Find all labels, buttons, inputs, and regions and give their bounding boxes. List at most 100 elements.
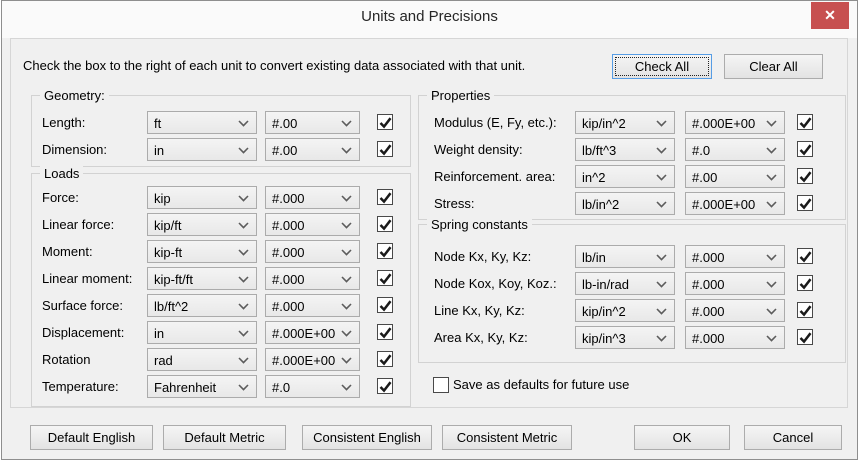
precision-select[interactable]: #.000E+00 (265, 348, 360, 371)
unit-select[interactable]: lb/ft^2 (147, 294, 257, 317)
chevron-down-icon (238, 249, 249, 256)
unit-select-value: kip/in^3 (582, 331, 626, 346)
precision-select-value: #.000 (272, 218, 305, 233)
consistent-english-button[interactable]: Consistent English (302, 425, 432, 450)
unit-select[interactable]: rad (147, 348, 257, 371)
precision-select-value: #.000 (692, 277, 725, 292)
precision-select[interactable]: #.000 (265, 186, 360, 209)
precision-select[interactable]: #.000 (685, 245, 785, 268)
precision-select[interactable]: #.000 (265, 267, 360, 290)
chevron-down-icon (238, 147, 249, 154)
main-panel: Check the box to the right of each unit … (10, 38, 848, 408)
unit-select[interactable]: kip-ft/ft (147, 267, 257, 290)
convert-checkbox[interactable] (797, 114, 813, 130)
unit-select[interactable]: kip (147, 186, 257, 209)
unit-select[interactable]: lb/ft^3 (575, 138, 675, 161)
close-button[interactable]: ✕ (811, 2, 849, 29)
chevron-down-icon (341, 222, 352, 229)
convert-checkbox[interactable] (797, 248, 813, 264)
precision-select-value: #.000 (692, 250, 725, 265)
precision-select[interactable]: #.000 (685, 299, 785, 322)
unit-select-value: rad (154, 353, 173, 368)
chevron-down-icon (341, 384, 352, 391)
unit-row: Linear moment:kip-ft/ft#.000 (32, 267, 410, 290)
unit-select[interactable]: lb/in (575, 245, 675, 268)
convert-checkbox[interactable] (377, 216, 393, 232)
unit-row: Area Kx, Ky, Kz:kip/in^3#.000 (419, 326, 845, 349)
cancel-button[interactable]: Cancel (744, 425, 842, 450)
unit-label: Rotation (42, 352, 90, 367)
precision-select[interactable]: #.000 (685, 326, 785, 349)
precision-select-value: #.000E+00 (272, 326, 335, 341)
unit-select[interactable]: lb/in^2 (575, 192, 675, 215)
precision-select-value: #.00 (272, 116, 297, 131)
unit-select-value: kip-ft (154, 245, 182, 260)
ok-button[interactable]: OK (634, 425, 730, 450)
precision-select[interactable]: #.00 (685, 165, 785, 188)
unit-select[interactable]: Fahrenheit (147, 375, 257, 398)
chevron-down-icon (766, 281, 777, 288)
precision-select[interactable]: #.00 (265, 111, 360, 134)
precision-select[interactable]: #.000E+00 (685, 111, 785, 134)
check-all-button[interactable]: Check All (612, 54, 712, 79)
chevron-down-icon (341, 249, 352, 256)
consistent-metric-button[interactable]: Consistent Metric (442, 425, 572, 450)
precision-select-value: #.000 (272, 191, 305, 206)
precision-select[interactable]: #.00 (265, 138, 360, 161)
unit-select[interactable]: kip/in^2 (575, 299, 675, 322)
convert-checkbox[interactable] (377, 243, 393, 259)
precision-select[interactable]: #.000E+00 (265, 321, 360, 344)
unit-select-value: lb/in (582, 250, 606, 265)
convert-checkbox[interactable] (377, 351, 393, 367)
convert-checkbox[interactable] (377, 270, 393, 286)
unit-select[interactable]: in (147, 138, 257, 161)
unit-select-value: lb/in^2 (582, 197, 619, 212)
unit-row: Line Kx, Ky, Kz:kip/in^2#.000 (419, 299, 845, 322)
convert-checkbox[interactable] (377, 189, 393, 205)
unit-select[interactable]: in^2 (575, 165, 675, 188)
unit-select[interactable]: lb-in/rad (575, 272, 675, 295)
save-defaults-label: Save as defaults for future use (453, 377, 629, 392)
chevron-down-icon (656, 147, 667, 154)
default-metric-button[interactable]: Default Metric (163, 425, 286, 450)
precision-select-value: #.0 (272, 380, 290, 395)
convert-checkbox[interactable] (797, 302, 813, 318)
unit-label: Stress: (434, 196, 474, 211)
convert-checkbox[interactable] (377, 141, 393, 157)
convert-checkbox[interactable] (377, 114, 393, 130)
default-english-button[interactable]: Default English (30, 425, 153, 450)
save-defaults-checkbox[interactable] (433, 377, 449, 393)
convert-checkbox[interactable] (797, 329, 813, 345)
convert-checkbox[interactable] (377, 324, 393, 340)
precision-select[interactable]: #.000 (265, 240, 360, 263)
close-icon: ✕ (824, 7, 836, 23)
precision-select[interactable]: #.000E+00 (685, 192, 785, 215)
unit-select[interactable]: kip/in^3 (575, 326, 675, 349)
unit-select[interactable]: ft (147, 111, 257, 134)
unit-row: Force:kip#.000 (32, 186, 410, 209)
chevron-down-icon (238, 357, 249, 364)
precision-select[interactable]: #.000 (265, 294, 360, 317)
unit-select[interactable]: kip/in^2 (575, 111, 675, 134)
precision-select[interactable]: #.000 (265, 213, 360, 236)
unit-select[interactable]: in (147, 321, 257, 344)
unit-label: Surface force: (42, 298, 123, 313)
convert-checkbox[interactable] (797, 168, 813, 184)
convert-checkbox[interactable] (377, 378, 393, 394)
precision-select-value: #.000E+00 (272, 353, 335, 368)
unit-select[interactable]: kip/ft (147, 213, 257, 236)
convert-checkbox[interactable] (377, 297, 393, 313)
unit-select[interactable]: kip-ft (147, 240, 257, 263)
unit-row: Displacement:in#.000E+00 (32, 321, 410, 344)
precision-select[interactable]: #.0 (265, 375, 360, 398)
chevron-down-icon (341, 120, 352, 127)
unit-row: Modulus (E, Fy, etc.):kip/in^2#.000E+00 (419, 111, 845, 134)
convert-checkbox[interactable] (797, 275, 813, 291)
precision-select[interactable]: #.000 (685, 272, 785, 295)
clear-all-button[interactable]: Clear All (724, 54, 823, 79)
convert-checkbox[interactable] (797, 141, 813, 157)
convert-checkbox[interactable] (797, 195, 813, 211)
dialog-window: Units and Precisions ✕ Check the box to … (1, 0, 858, 460)
precision-select-value: #.000E+00 (692, 116, 755, 131)
precision-select[interactable]: #.0 (685, 138, 785, 161)
